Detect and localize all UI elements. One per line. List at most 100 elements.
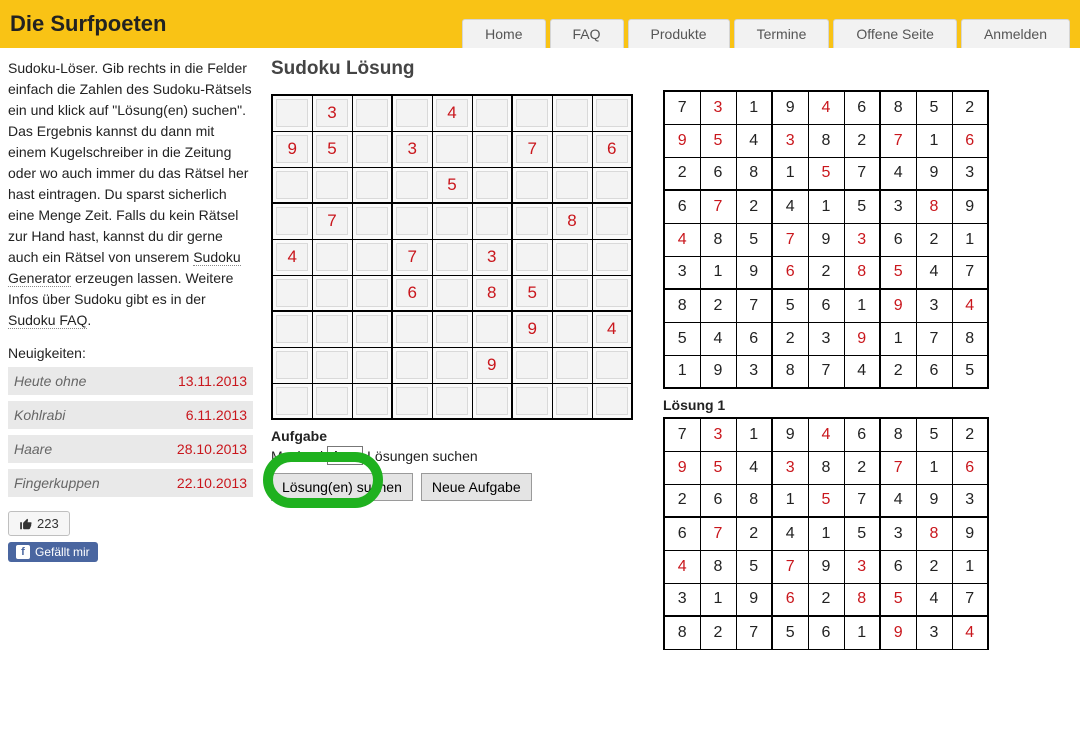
sudoku-cell-input[interactable] xyxy=(476,99,508,127)
sudoku-cell[interactable] xyxy=(352,275,392,311)
sudoku-cell-input[interactable] xyxy=(556,279,588,307)
sudoku-cell[interactable] xyxy=(512,203,552,239)
sudoku-cell-input[interactable] xyxy=(556,243,588,271)
sudoku-cell[interactable] xyxy=(512,347,552,383)
sudoku-cell-input[interactable] xyxy=(276,207,308,235)
sudoku-cell-input[interactable] xyxy=(396,387,428,415)
sudoku-cell[interactable] xyxy=(312,275,352,311)
sudoku-cell-input[interactable]: 7 xyxy=(316,207,348,235)
sudoku-cell-input[interactable]: 4 xyxy=(436,99,468,127)
sudoku-cell-input[interactable] xyxy=(556,387,588,415)
sudoku-cell-input[interactable] xyxy=(356,135,388,163)
sudoku-cell[interactable]: 4 xyxy=(272,239,312,275)
sudoku-cell-input[interactable] xyxy=(316,243,348,271)
sudoku-cell-input[interactable] xyxy=(356,207,388,235)
sudoku-cell-input[interactable] xyxy=(396,315,428,343)
sudoku-cell[interactable] xyxy=(592,95,632,131)
sudoku-cell[interactable]: 3 xyxy=(392,131,432,167)
sudoku-cell-input[interactable] xyxy=(476,171,508,199)
news-item[interactable]: Haare28.10.2013 xyxy=(8,435,253,463)
news-item[interactable]: Kohlrabi6.11.2013 xyxy=(8,401,253,429)
sudoku-cell[interactable]: 7 xyxy=(512,131,552,167)
sudoku-cell[interactable] xyxy=(592,167,632,203)
sudoku-cell[interactable] xyxy=(272,347,312,383)
sudoku-cell[interactable] xyxy=(432,239,472,275)
sudoku-cell-input[interactable] xyxy=(436,315,468,343)
sudoku-cell[interactable] xyxy=(432,347,472,383)
sudoku-cell[interactable] xyxy=(432,203,472,239)
sudoku-cell[interactable] xyxy=(352,239,392,275)
sudoku-cell-input[interactable] xyxy=(476,207,508,235)
sudoku-cell[interactable] xyxy=(472,311,512,347)
nav-faq[interactable]: FAQ xyxy=(550,19,624,48)
sudoku-cell-input[interactable] xyxy=(316,351,348,379)
nav-termine[interactable]: Termine xyxy=(734,19,830,48)
sudoku-cell-input[interactable] xyxy=(596,387,628,415)
sudoku-cell[interactable] xyxy=(392,311,432,347)
sudoku-cell[interactable]: 4 xyxy=(592,311,632,347)
sudoku-cell[interactable]: 8 xyxy=(472,275,512,311)
sudoku-cell-input[interactable]: 5 xyxy=(516,279,548,307)
sudoku-cell[interactable] xyxy=(512,167,552,203)
sudoku-cell-input[interactable] xyxy=(516,243,548,271)
sudoku-cell-input[interactable]: 8 xyxy=(476,279,508,307)
sudoku-cell[interactable] xyxy=(272,167,312,203)
nav-anmelden[interactable]: Anmelden xyxy=(961,19,1070,48)
sudoku-cell-input[interactable] xyxy=(436,135,468,163)
sudoku-cell-input[interactable] xyxy=(316,387,348,415)
fb-like-button[interactable]: 223 xyxy=(8,511,70,536)
sudoku-cell[interactable] xyxy=(272,203,312,239)
sudoku-cell-input[interactable] xyxy=(276,171,308,199)
sudoku-cell[interactable]: 5 xyxy=(432,167,472,203)
sudoku-cell[interactable] xyxy=(472,95,512,131)
sudoku-cell[interactable] xyxy=(312,311,352,347)
sudoku-cell-input[interactable] xyxy=(596,351,628,379)
sudoku-cell[interactable] xyxy=(352,383,392,419)
sudoku-cell-input[interactable]: 7 xyxy=(516,135,548,163)
sudoku-cell[interactable] xyxy=(272,383,312,419)
sudoku-cell[interactable] xyxy=(352,311,392,347)
sudoku-cell[interactable] xyxy=(552,95,592,131)
sudoku-cell-input[interactable]: 9 xyxy=(476,351,508,379)
sudoku-cell[interactable] xyxy=(592,203,632,239)
nav-home[interactable]: Home xyxy=(462,19,545,48)
sudoku-cell[interactable] xyxy=(552,275,592,311)
sudoku-cell[interactable] xyxy=(472,167,512,203)
sudoku-cell[interactable] xyxy=(592,275,632,311)
sudoku-cell[interactable] xyxy=(392,383,432,419)
sudoku-cell[interactable] xyxy=(592,383,632,419)
sudoku-cell[interactable]: 7 xyxy=(312,203,352,239)
solve-button[interactable]: Lösung(en) suchen xyxy=(271,473,413,501)
sudoku-cell-input[interactable] xyxy=(316,279,348,307)
sudoku-cell[interactable]: 6 xyxy=(592,131,632,167)
sudoku-cell[interactable]: 8 xyxy=(552,203,592,239)
sudoku-cell-input[interactable]: 5 xyxy=(316,135,348,163)
sudoku-cell-input[interactable] xyxy=(436,351,468,379)
sudoku-cell-input[interactable] xyxy=(276,387,308,415)
sudoku-cell-input[interactable] xyxy=(356,243,388,271)
sudoku-cell[interactable] xyxy=(432,311,472,347)
sudoku-cell-input[interactable]: 5 xyxy=(436,171,468,199)
sudoku-cell-input[interactable] xyxy=(316,171,348,199)
sudoku-cell[interactable] xyxy=(312,239,352,275)
link-sudoku-faq[interactable]: Sudoku FAQ xyxy=(8,312,87,329)
sudoku-cell-input[interactable] xyxy=(596,99,628,127)
sudoku-cell[interactable] xyxy=(472,203,512,239)
sudoku-cell-input[interactable]: 8 xyxy=(556,207,588,235)
sudoku-cell-input[interactable]: 3 xyxy=(476,243,508,271)
sudoku-cell-input[interactable] xyxy=(276,279,308,307)
sudoku-cell-input[interactable] xyxy=(596,279,628,307)
sudoku-cell-input[interactable] xyxy=(396,207,428,235)
sudoku-cell-input[interactable] xyxy=(556,171,588,199)
sudoku-cell-input[interactable] xyxy=(276,315,308,343)
sudoku-cell[interactable] xyxy=(392,95,432,131)
sudoku-cell-input[interactable] xyxy=(556,351,588,379)
sudoku-cell[interactable] xyxy=(432,383,472,419)
sudoku-cell-input[interactable] xyxy=(316,315,348,343)
sudoku-cell-input[interactable] xyxy=(436,243,468,271)
sudoku-cell[interactable] xyxy=(512,383,552,419)
sudoku-cell[interactable] xyxy=(552,167,592,203)
sudoku-cell[interactable]: 9 xyxy=(512,311,552,347)
sudoku-cell[interactable] xyxy=(552,383,592,419)
sudoku-cell[interactable]: 7 xyxy=(392,239,432,275)
